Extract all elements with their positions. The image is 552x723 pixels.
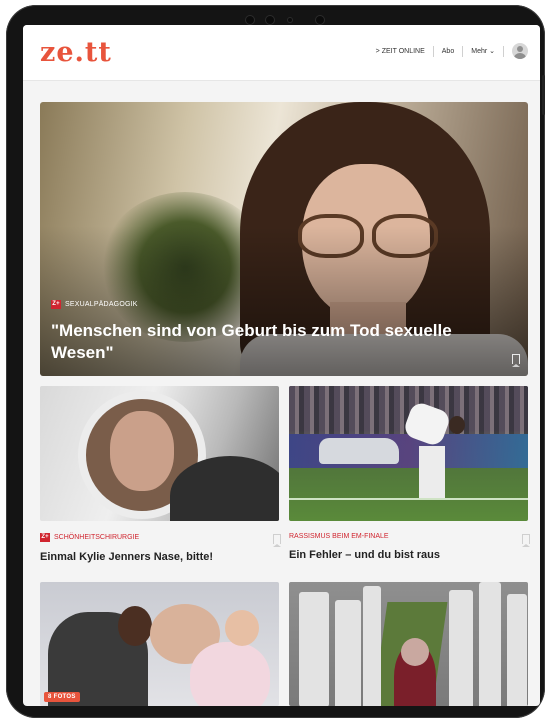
pitch-line — [289, 498, 528, 500]
bookmark-icon[interactable] — [522, 534, 530, 547]
car-shape — [319, 438, 399, 464]
card-title[interactable]: Ein Fehler – und du bist raus — [289, 549, 528, 561]
gravestone — [335, 600, 361, 706]
top-navigation: > ZEIT ONLINE Abo Mehr ⌄ — [368, 43, 528, 59]
nav-zeit-online-link[interactable]: > ZEIT ONLINE — [368, 48, 433, 55]
hero-title[interactable]: "Menschen sind von Geburt bis zum Tod se… — [51, 320, 491, 364]
man-head — [118, 606, 152, 646]
hero-teaser[interactable]: Z+ SEXUALPÄDAGOGIK "Menschen sind von Ge… — [40, 102, 528, 376]
player-legs — [419, 446, 445, 498]
card-image-cemetery — [289, 582, 528, 706]
card-kicker-label: RASSISMUS BEIM EM-FINALE — [289, 533, 389, 540]
hero-kicker-label: SEXUALPÄDAGOGIK — [65, 301, 138, 308]
woman-headscarf — [401, 638, 429, 666]
gravestone — [479, 582, 501, 706]
user-avatar-icon[interactable] — [512, 43, 528, 59]
card-title[interactable]: Einmal Kylie Jenners Nase, bitte! — [40, 551, 279, 563]
mirror-face — [110, 411, 174, 491]
gravestone — [363, 586, 381, 706]
card-image-mirror — [40, 386, 279, 521]
article-card-cemetery[interactable] — [289, 582, 528, 706]
baby-head — [225, 610, 259, 646]
card-image-football — [289, 386, 528, 521]
baby-shape — [190, 642, 270, 706]
gravestone — [449, 590, 473, 706]
hero-kicker: Z+ SEXUALPÄDAGOGIK — [51, 300, 138, 309]
zplus-badge-icon: Z+ — [40, 533, 50, 542]
article-card-kylie[interactable]: Z+ SCHÖNHEITSCHIRURGIE Einmal Kylie Jenn… — [40, 386, 281, 563]
card-kicker-label: SCHÖNHEITSCHIRURGIE — [54, 534, 140, 541]
app-screen: ze.tt > ZEIT ONLINE Abo Mehr ⌄ Z+ SEXUAL… — [23, 25, 540, 706]
card-kicker: RASSISMUS BEIM EM-FINALE — [289, 533, 528, 540]
card-image-family: 8 FOTOS — [40, 582, 279, 706]
gravestone — [507, 594, 527, 706]
top-bar: ze.tt > ZEIT ONLINE Abo Mehr ⌄ — [23, 25, 540, 81]
nav-divider — [503, 45, 504, 57]
bookmark-icon[interactable] — [273, 534, 281, 547]
gravestone — [299, 592, 329, 706]
nav-abo-link[interactable]: Abo — [434, 48, 462, 55]
camera-bar — [246, 16, 326, 24]
bookmark-icon[interactable] — [512, 354, 520, 367]
article-card-em-finale[interactable]: RASSISMUS BEIM EM-FINALE Ein Fehler – un… — [289, 386, 530, 561]
zplus-badge-icon: Z+ — [51, 300, 61, 309]
side-button — [542, 75, 545, 115]
nav-mehr-menu[interactable]: Mehr ⌄ — [463, 47, 503, 55]
photo-count-badge: 8 FOTOS — [44, 692, 80, 702]
card-kicker: Z+ SCHÖNHEITSCHIRURGIE — [40, 533, 279, 542]
player-head — [449, 416, 465, 434]
zett-logo[interactable]: ze.tt — [40, 37, 112, 68]
article-card-family-gallery[interactable]: 8 FOTOS — [40, 582, 279, 706]
